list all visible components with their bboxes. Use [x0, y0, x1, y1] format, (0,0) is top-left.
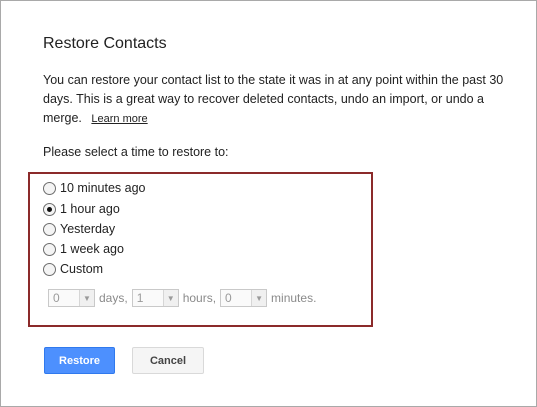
- restore-button[interactable]: Restore: [44, 347, 115, 374]
- option-10-minutes[interactable]: 10 minutes ago: [43, 179, 145, 197]
- radio-button-1-hour[interactable]: [43, 202, 56, 216]
- chevron-down-icon: ▼: [162, 290, 178, 306]
- custom-time-row: 0 ▼ days, 1 ▼ hours, 0 ▼ minutes.: [48, 289, 320, 307]
- option-yesterday[interactable]: Yesterday: [43, 220, 115, 238]
- restore-contacts-dialog: Restore Contacts You can restore your co…: [0, 0, 537, 407]
- option-label: 10 minutes ago: [60, 181, 146, 195]
- minutes-select[interactable]: 0 ▼: [220, 289, 268, 307]
- hours-select[interactable]: 1 ▼: [131, 289, 179, 307]
- select-time-prompt: Please select a time to restore to:: [43, 145, 229, 159]
- days-unit-label: days,: [99, 291, 128, 305]
- minutes-value: 0: [225, 291, 232, 305]
- option-label: 1 week ago: [60, 242, 124, 256]
- option-custom[interactable]: Custom: [43, 260, 103, 278]
- option-1-week[interactable]: 1 week ago: [43, 240, 124, 258]
- option-label: Yesterday: [60, 222, 116, 236]
- chevron-down-icon: ▼: [251, 290, 267, 306]
- radio-button-custom[interactable]: [43, 262, 56, 276]
- option-1-hour[interactable]: 1 hour ago: [43, 200, 120, 218]
- radio-button-10-minutes[interactable]: [43, 181, 56, 195]
- cancel-button[interactable]: Cancel: [132, 347, 204, 374]
- dialog-title: Restore Contacts: [43, 35, 167, 52]
- option-label: 1 hour ago: [60, 202, 120, 216]
- dialog-description: You can restore your contact list to the…: [43, 71, 513, 129]
- option-label: Custom: [60, 262, 104, 276]
- minutes-unit-label: minutes.: [271, 291, 317, 305]
- radio-button-1-week[interactable]: [43, 242, 56, 256]
- days-select[interactable]: 0 ▼: [48, 289, 95, 307]
- hours-unit-label: hours,: [182, 291, 217, 305]
- learn-more-link[interactable]: Learn more: [91, 113, 147, 125]
- chevron-down-icon: ▼: [79, 290, 94, 306]
- radio-button-yesterday[interactable]: [43, 222, 56, 236]
- days-value: 0: [53, 291, 60, 305]
- hours-value: 1: [136, 291, 144, 305]
